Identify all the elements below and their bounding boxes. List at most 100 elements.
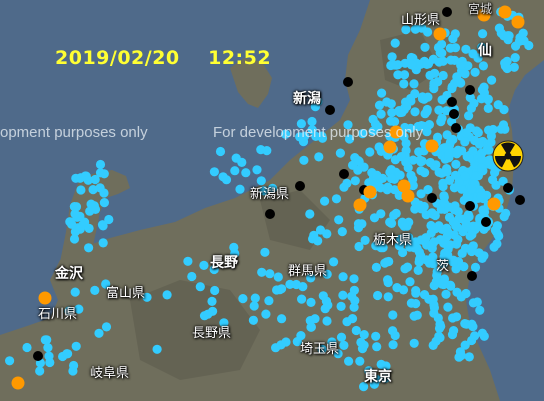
station-marker[interactable] <box>215 146 226 157</box>
station-marker[interactable] <box>463 193 473 203</box>
station-marker[interactable] <box>256 145 266 155</box>
station-marker[interactable] <box>250 293 260 303</box>
station-marker[interactable] <box>445 240 455 250</box>
station-marker[interactable] <box>451 264 461 274</box>
station-marker[interactable] <box>322 229 332 239</box>
station-marker[interactable] <box>461 44 471 54</box>
station-marker[interactable] <box>420 168 430 178</box>
station-marker[interactable] <box>306 297 316 307</box>
station-marker[interactable] <box>235 184 245 194</box>
station-marker[interactable] <box>487 75 497 85</box>
station-marker[interactable] <box>297 294 307 304</box>
station-marker[interactable] <box>477 85 487 95</box>
station-marker[interactable] <box>70 287 80 297</box>
station-marker[interactable] <box>386 173 396 184</box>
station-marker[interactable] <box>338 272 348 282</box>
station-marker[interactable] <box>99 169 109 179</box>
station-marker[interactable] <box>423 185 433 195</box>
station-marker[interactable] <box>183 256 193 266</box>
station-marker[interactable] <box>422 59 432 69</box>
station-marker[interactable] <box>377 88 387 98</box>
station-marker[interactable] <box>461 222 471 232</box>
station-marker[interactable] <box>386 165 396 175</box>
station-marker[interactable] <box>444 202 454 212</box>
station-marker[interactable] <box>435 319 445 329</box>
station-marker[interactable] <box>371 262 381 272</box>
station-marker[interactable] <box>427 243 437 253</box>
station-marker[interactable] <box>323 300 333 310</box>
station-marker[interactable] <box>349 285 359 295</box>
station-marker[interactable] <box>376 109 386 119</box>
station-marker[interactable] <box>84 243 94 253</box>
station-marker[interactable] <box>454 177 464 187</box>
station-marker[interactable] <box>443 302 453 312</box>
station-marker[interactable] <box>463 210 473 220</box>
station-marker-elevated[interactable] <box>11 376 25 390</box>
station-marker[interactable] <box>5 356 15 366</box>
station-marker[interactable] <box>329 257 339 267</box>
station-marker[interactable] <box>354 156 364 167</box>
station-marker[interactable] <box>98 238 108 248</box>
station-marker[interactable] <box>451 220 461 231</box>
station-marker[interactable] <box>438 70 448 81</box>
station-marker[interactable] <box>218 172 228 182</box>
station-marker-offline[interactable] <box>515 195 525 205</box>
station-marker[interactable] <box>419 201 429 212</box>
station-marker[interactable] <box>90 174 100 185</box>
station-marker[interactable] <box>195 282 205 292</box>
station-marker[interactable] <box>67 219 77 229</box>
station-marker[interactable] <box>338 290 348 300</box>
station-marker[interactable] <box>391 208 401 218</box>
station-marker[interactable] <box>305 209 315 219</box>
station-marker-offline[interactable] <box>465 201 475 211</box>
station-marker[interactable] <box>460 137 470 147</box>
station-marker[interactable] <box>455 347 465 357</box>
station-marker[interactable] <box>423 27 433 37</box>
station-marker[interactable] <box>494 231 504 241</box>
station-marker[interactable] <box>241 168 251 178</box>
station-marker[interactable] <box>429 280 439 291</box>
station-marker[interactable] <box>446 281 456 291</box>
station-marker[interactable] <box>524 40 534 51</box>
station-marker[interactable] <box>187 271 197 282</box>
station-marker[interactable] <box>387 108 397 118</box>
station-marker-offline[interactable] <box>325 105 335 115</box>
station-marker[interactable] <box>461 288 471 299</box>
station-marker[interactable] <box>410 107 420 117</box>
station-marker[interactable] <box>99 198 109 208</box>
station-marker[interactable] <box>406 60 417 70</box>
station-marker[interactable] <box>264 296 274 306</box>
station-marker[interactable] <box>313 236 323 246</box>
station-marker-elevated[interactable] <box>425 139 439 153</box>
station-marker[interactable] <box>342 317 352 327</box>
station-marker[interactable] <box>444 149 454 159</box>
station-marker[interactable] <box>437 113 447 123</box>
station-marker[interactable] <box>42 335 52 345</box>
station-marker[interactable] <box>447 82 457 92</box>
station-marker[interactable] <box>351 325 361 336</box>
station-marker[interactable] <box>388 326 398 336</box>
station-marker[interactable] <box>271 343 281 353</box>
station-marker[interactable] <box>448 134 458 145</box>
station-marker[interactable] <box>94 328 104 338</box>
station-marker[interactable] <box>489 242 499 252</box>
station-marker[interactable] <box>162 290 172 300</box>
station-marker[interactable] <box>478 29 488 39</box>
station-marker[interactable] <box>388 310 398 320</box>
station-marker-elevated[interactable] <box>433 27 447 41</box>
station-marker[interactable] <box>275 285 285 295</box>
station-marker[interactable] <box>344 356 354 366</box>
station-marker[interactable] <box>457 248 467 258</box>
station-marker[interactable] <box>456 60 466 70</box>
station-marker[interactable] <box>76 173 86 183</box>
station-marker[interactable] <box>368 114 378 124</box>
station-marker[interactable] <box>365 147 375 157</box>
station-marker[interactable] <box>449 230 459 240</box>
station-marker[interactable] <box>71 341 81 351</box>
station-marker[interactable] <box>437 95 447 105</box>
station-marker[interactable] <box>382 97 392 107</box>
station-marker[interactable] <box>488 175 498 185</box>
station-marker[interactable] <box>273 272 283 282</box>
station-marker[interactable] <box>98 221 108 231</box>
station-marker[interactable] <box>401 157 411 167</box>
